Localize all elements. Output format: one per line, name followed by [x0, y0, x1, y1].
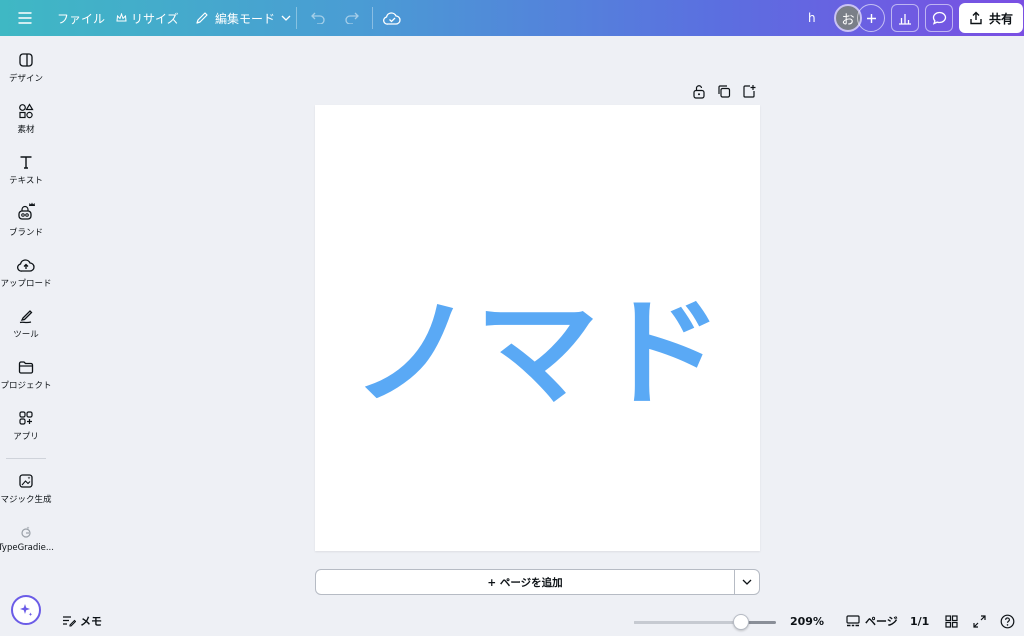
sidebar-item-label: アップロード	[0, 279, 52, 289]
chevron-down-icon	[742, 579, 752, 585]
file-menu-label: ファイル	[57, 11, 106, 26]
help-icon	[1000, 614, 1014, 628]
sidebar-item-magic-media[interactable]: マジック生成	[0, 473, 52, 505]
chevron-down-icon	[281, 15, 291, 21]
share-upload-icon	[970, 11, 982, 25]
sidebar-item-uploads[interactable]: アップロード	[0, 257, 52, 289]
insights-button[interactable]	[891, 4, 919, 32]
sidebar-item-label: 素材	[17, 125, 35, 135]
sidebar-item-elements[interactable]: 素材	[0, 103, 52, 135]
toolbar-divider	[296, 7, 297, 29]
cloud-check-icon	[383, 11, 401, 25]
help-button[interactable]	[999, 613, 1015, 629]
avatar-char: お	[841, 12, 855, 28]
cloud-save-status[interactable]	[378, 4, 406, 32]
sidebar-item-brand[interactable]: ブランド	[0, 202, 52, 238]
sidebar-item-label: ブランド	[8, 228, 43, 238]
pages-label: ページ	[865, 615, 898, 628]
resize-label: リサイズ	[131, 11, 179, 26]
edit-mode-dropdown[interactable]: 編集モード	[195, 0, 291, 36]
sidebar-item-label: プロジェクト	[0, 381, 52, 391]
pages-button[interactable]: ページ	[846, 613, 898, 629]
page-count: 1/1	[910, 615, 930, 628]
undo-button[interactable]	[304, 4, 332, 32]
sidebar-item-text[interactable]: テキスト	[0, 154, 52, 186]
top-toolbar: ファイル リサイズ 編集モード h お 共有	[0, 0, 1024, 36]
redo-button[interactable]	[337, 4, 365, 32]
redo-icon	[344, 12, 359, 24]
add-page-dropdown[interactable]	[734, 569, 760, 595]
zoom-slider[interactable]	[634, 621, 776, 624]
upload-icon	[17, 259, 35, 272]
elements-icon	[19, 103, 34, 119]
pages-icon	[846, 614, 860, 626]
canvas-text-graphic[interactable]: ノマド	[315, 105, 760, 551]
edit-mode-label: 編集モード	[215, 11, 276, 26]
plus-icon	[866, 13, 876, 23]
sidebar-item-label: ツール	[13, 330, 39, 340]
canvas-text[interactable]: ノマド	[351, 285, 723, 422]
apps-icon	[19, 411, 33, 425]
zoom-level[interactable]: 209%	[790, 615, 824, 628]
folder-icon	[18, 361, 34, 374]
sidebar-divider	[6, 458, 46, 459]
comment-icon	[932, 11, 946, 25]
design-page[interactable]: ノマド	[315, 105, 760, 551]
notes-label: メモ	[80, 615, 102, 628]
design-icon	[19, 53, 33, 67]
typegradient-icon	[21, 526, 31, 538]
magic-media-icon	[19, 474, 33, 488]
sidebar-item-label: TypeGradie...	[0, 543, 54, 553]
grid-icon	[944, 614, 958, 628]
draw-icon	[19, 310, 33, 324]
add-page-label: + ページを追加	[487, 576, 563, 589]
magic-assistant-button[interactable]	[11, 595, 41, 625]
resize-button[interactable]: リサイズ	[116, 0, 179, 36]
expand-icon	[972, 614, 986, 628]
zoom-slider-fill	[634, 621, 741, 624]
add-page-button[interactable]: + ページを追加	[315, 569, 735, 595]
hamburger-icon	[18, 12, 32, 24]
share-label: 共有	[989, 11, 1014, 26]
crown-icon	[116, 13, 127, 22]
fullscreen-button[interactable]	[971, 613, 987, 629]
zoom-slider-handle[interactable]	[732, 614, 749, 630]
page-toolbar	[692, 84, 756, 100]
menu-button[interactable]	[11, 4, 39, 32]
add-page-icon[interactable]	[742, 84, 756, 99]
share-button[interactable]: 共有	[959, 3, 1024, 33]
sidebar-item-label: アプリ	[13, 432, 39, 442]
grid-view-button[interactable]	[943, 613, 959, 629]
notes-icon	[63, 616, 76, 627]
text-icon	[20, 156, 32, 169]
user-initial[interactable]: h	[808, 0, 816, 36]
notes-button[interactable]: メモ	[62, 613, 102, 629]
undo-icon	[310, 12, 325, 24]
add-collaborator-button[interactable]	[857, 4, 885, 32]
sidebar-item-projects[interactable]: プロジェクト	[0, 359, 52, 391]
sidebar-item-typegradient[interactable]: TypeGradie...	[0, 525, 54, 553]
sidebar-item-label: デザイン	[8, 74, 43, 84]
sidebar-item-draw[interactable]: ツール	[0, 308, 52, 340]
sidebar-item-label: テキスト	[9, 176, 43, 186]
sparkle-icon	[20, 604, 33, 617]
comments-button[interactable]	[925, 4, 953, 32]
bar-chart-icon	[899, 13, 911, 25]
pencil-icon	[196, 12, 208, 24]
left-sidebar: デザイン 素材 テキスト ブランド アップロード ツール プロジェクト アプリ …	[0, 36, 54, 636]
sidebar-item-design[interactable]: デザイン	[0, 52, 52, 84]
brand-icon	[18, 202, 35, 220]
unlock-icon[interactable]	[692, 84, 706, 99]
sidebar-item-apps[interactable]: アプリ	[0, 410, 52, 442]
sidebar-item-label: マジック生成	[0, 495, 52, 505]
file-menu[interactable]: ファイル	[57, 0, 105, 36]
toolbar-divider	[372, 7, 373, 29]
user-initial-label: h	[808, 11, 816, 25]
duplicate-page-icon[interactable]	[717, 84, 731, 99]
